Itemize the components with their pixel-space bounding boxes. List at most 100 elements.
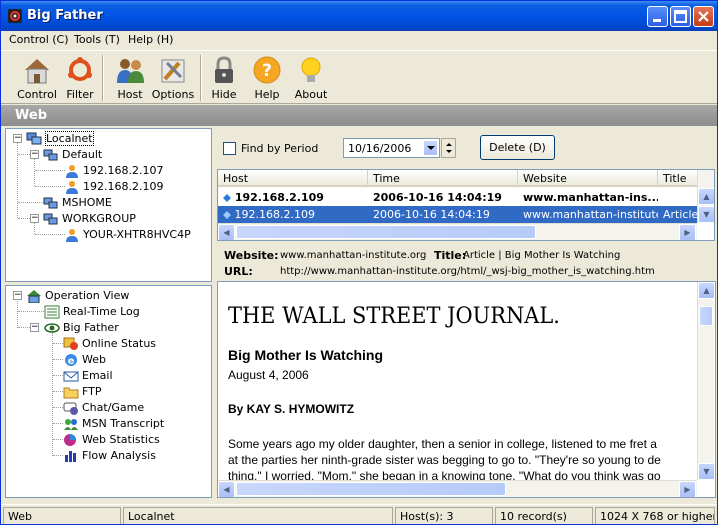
status-resolution: 1024 X 768 or higher [595, 507, 715, 524]
scroll-thumb[interactable] [236, 482, 506, 496]
eye-icon [44, 323, 60, 333]
tree-web-statistics[interactable]: Web Statistics [63, 433, 160, 447]
control-button[interactable]: Control [15, 53, 59, 103]
scroll-left-button[interactable]: ◀ [218, 224, 235, 240]
tree-flow-analysis[interactable]: Flow Analysis [63, 449, 156, 463]
online-status-icon [63, 337, 78, 350]
article-body: Some years ago my older daughter, then a… [228, 436, 698, 484]
tree-realtime-log[interactable]: Real-Time Log [44, 305, 140, 319]
window-title: Big Father [27, 8, 103, 23]
column-header-time[interactable]: Time [368, 170, 518, 187]
help-button[interactable]: ? Help [250, 53, 284, 103]
tree-group-label: WORKGROUP [62, 212, 136, 225]
tree-localnet[interactable]: Localnet [26, 131, 94, 146]
date-spinner[interactable] [441, 138, 456, 158]
menu-help[interactable]: Help (H) [128, 33, 173, 46]
status-records: 10 record(s) [495, 507, 593, 524]
tree-operation-view-label: Operation View [45, 289, 130, 302]
tree-host-label: 192.168.2.107 [83, 164, 164, 177]
scroll-up-button[interactable]: ▲ [698, 188, 714, 205]
tree-group-mshome[interactable]: MSHOME [43, 196, 112, 210]
tree-online-status[interactable]: Online Status [63, 337, 156, 351]
status-hosts: Host(s): 3 [395, 507, 493, 524]
cell-host: 192.168.2.109 [218, 189, 368, 206]
table-row[interactable]: 192.168.2.109 2006-10-16 14:04:19 www.ma… [218, 189, 698, 206]
hide-button[interactable]: Hide [207, 53, 241, 103]
close-button[interactable] [693, 6, 714, 27]
find-by-period-checkbox[interactable] [223, 142, 236, 155]
tree-email[interactable]: Email [63, 369, 113, 383]
website-value: www.manhattan-institute.org [280, 250, 427, 261]
column-header-host[interactable]: Host [218, 170, 368, 187]
article-line: Some years ago my older daughter, then a… [228, 437, 657, 451]
about-button[interactable]: About [293, 53, 329, 103]
tree-realtime-log-label: Real-Time Log [63, 305, 140, 318]
tree-big-father[interactable]: Big Father [44, 321, 119, 335]
user-icon [66, 229, 78, 242]
svg-text:e: e [68, 356, 75, 367]
date-dropdown-button[interactable] [423, 140, 438, 156]
tree-host[interactable]: 192.168.2.109 [64, 180, 163, 194]
tree-big-father-label: Big Father [63, 321, 119, 334]
newspaper-masthead: THE WALL STREET JOURNAL. [228, 304, 560, 329]
tree-web[interactable]: e Web [63, 353, 106, 367]
options-button[interactable]: Options [151, 53, 195, 103]
title-bar[interactable]: Big Father [1, 1, 717, 31]
menu-tools[interactable]: Tools (T) [74, 33, 120, 46]
scroll-up-button[interactable]: ▲ [698, 282, 715, 299]
tree-host[interactable]: 192.168.2.107 [64, 164, 163, 178]
tree-chat-game[interactable]: Chat/Game [63, 401, 144, 415]
close-icon [698, 11, 709, 22]
tree-operation-view[interactable]: Operation View [26, 289, 129, 303]
article-line: at the parties her ninth-grade sister wa… [228, 453, 661, 467]
chevron-down-icon [427, 146, 435, 150]
date-value: 10/16/2006 [348, 142, 412, 155]
tree-host[interactable]: YOUR-XHTR8HVC4P [64, 228, 191, 242]
minimize-button[interactable] [647, 6, 668, 27]
collapse-toggle[interactable]: − [13, 291, 22, 300]
log-icon [44, 305, 60, 319]
scroll-right-button[interactable]: ▶ [679, 481, 696, 497]
grid-vertical-scrollbar[interactable]: ▲ ▼ [697, 170, 714, 223]
host-button[interactable]: Host [111, 53, 149, 103]
collapse-toggle[interactable]: − [30, 214, 39, 223]
lightbulb-icon [301, 57, 321, 82]
cell-website: www.manhattan-ins... [523, 191, 658, 204]
status-network: Localnet [123, 507, 393, 524]
help-icon: ? [253, 56, 281, 84]
scroll-down-button[interactable]: ▼ [698, 206, 714, 223]
collapse-toggle[interactable]: − [13, 134, 22, 143]
filter-button[interactable]: Filter [61, 53, 99, 103]
scroll-down-button[interactable]: ▼ [698, 463, 715, 480]
user-icon [66, 181, 78, 194]
hide-label: Hide [211, 88, 237, 101]
cell-host: 192.168.2.109 [218, 206, 368, 223]
scroll-thumb[interactable] [236, 225, 536, 239]
table-row[interactable]: 192.168.2.109 2006-10-16 14:04:19 www.ma… [218, 206, 698, 223]
tree-msn-transcript[interactable]: MSN Transcript [63, 417, 164, 431]
menu-control[interactable]: Control (C) [9, 33, 69, 46]
svg-text:?: ? [262, 61, 272, 81]
collapse-toggle[interactable]: − [30, 150, 39, 159]
preview-vertical-scrollbar[interactable]: ▲ ▼ [697, 282, 715, 480]
grid-horizontal-scrollbar[interactable]: ◀ ▶ [218, 223, 697, 240]
date-picker[interactable]: 10/16/2006 [343, 138, 440, 158]
maximize-button[interactable] [670, 6, 691, 27]
tree-host-label: YOUR-XHTR8HVC4P [83, 228, 191, 241]
column-header-website[interactable]: Website [518, 170, 658, 187]
cell-time: 2006-10-16 14:04:19 [373, 208, 490, 221]
workgroup-icon [43, 213, 58, 225]
preview-horizontal-scrollbar[interactable]: ◀ ▶ [218, 480, 697, 497]
tree-group-default[interactable]: Default [43, 148, 102, 162]
collapse-toggle[interactable]: − [30, 323, 39, 332]
bar-chart-icon [65, 451, 76, 462]
tree-group-workgroup[interactable]: WORKGROUP [43, 212, 136, 226]
scroll-left-button[interactable]: ◀ [218, 481, 235, 497]
tree-ftp[interactable]: FTP [63, 385, 102, 399]
tree-item-label: MSN Transcript [82, 417, 165, 430]
delete-button[interactable]: Delete (D) [480, 135, 555, 160]
workgroup-icon [43, 197, 58, 209]
scroll-right-button[interactable]: ▶ [679, 224, 696, 240]
scroll-thumb[interactable] [699, 306, 713, 326]
column-header-title[interactable]: Title [658, 170, 698, 187]
